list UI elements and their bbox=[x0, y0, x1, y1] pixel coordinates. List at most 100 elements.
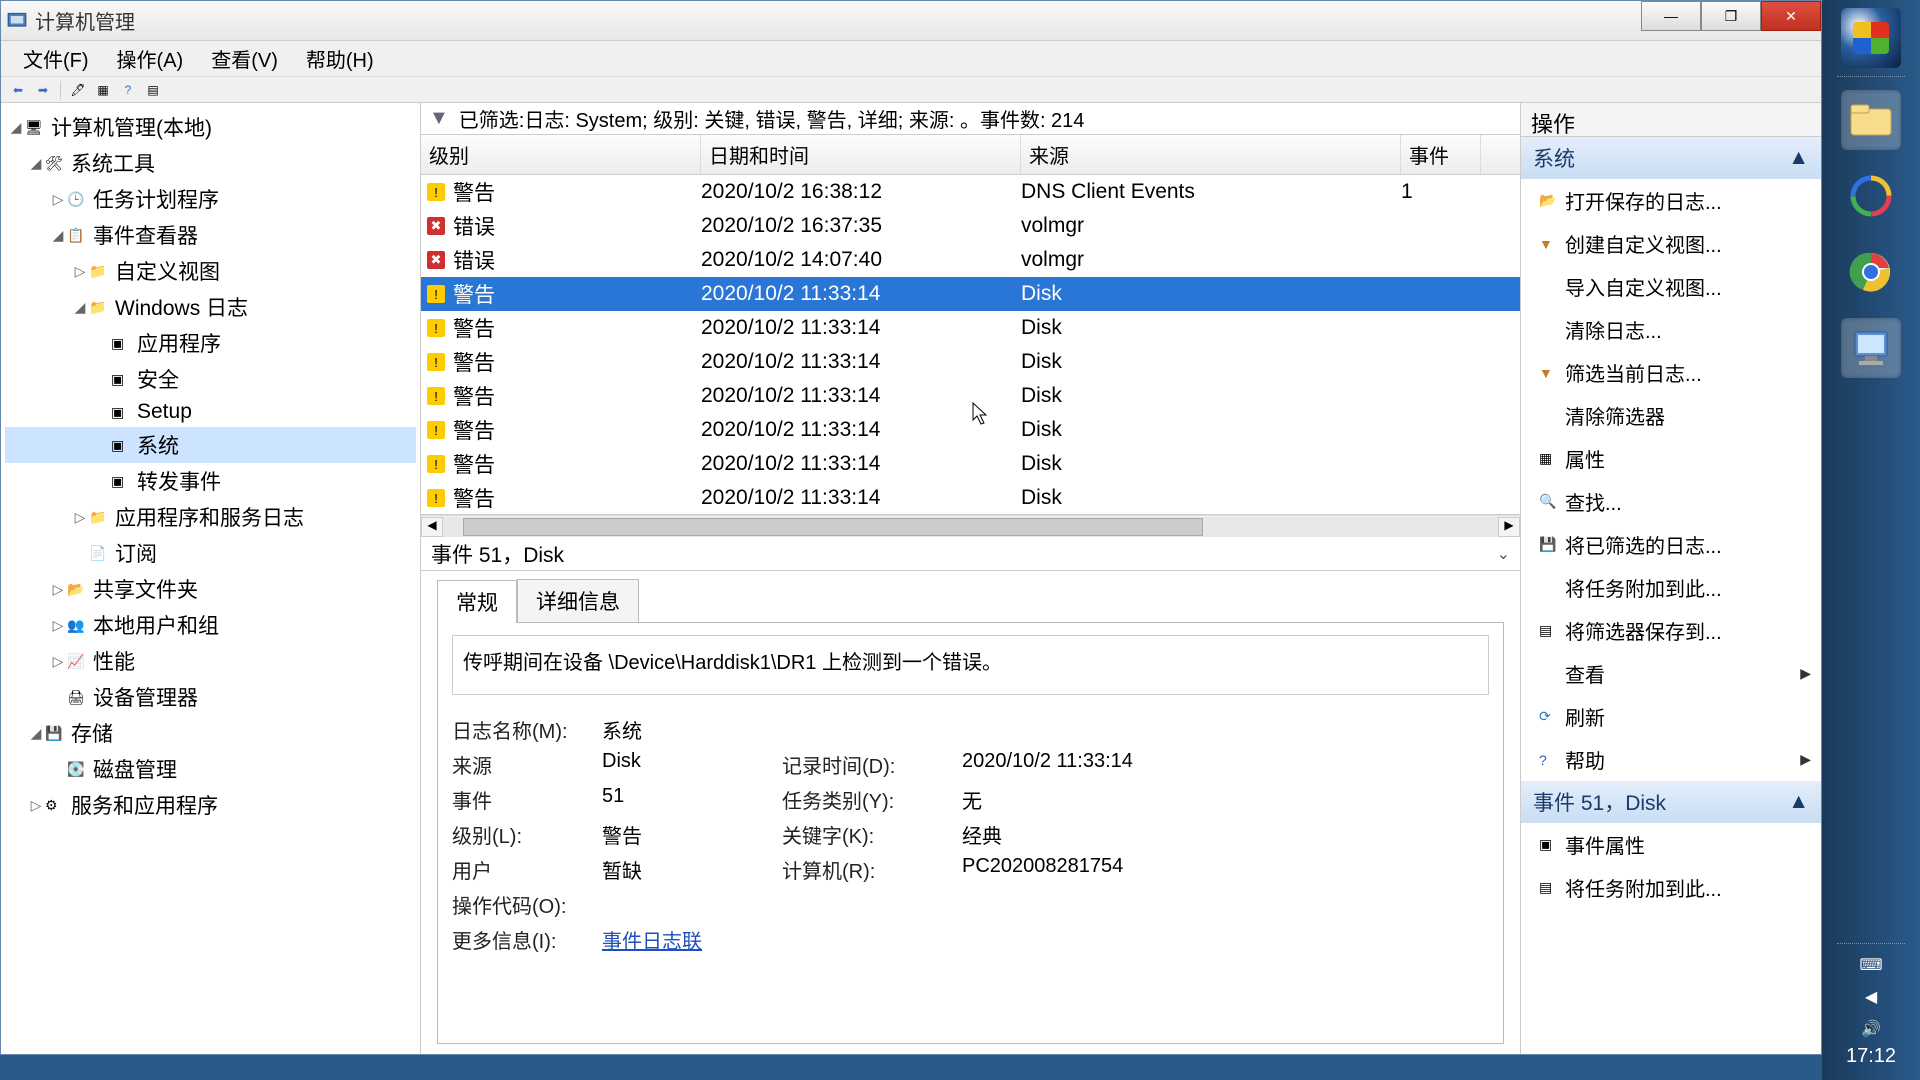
start-button[interactable] bbox=[1841, 8, 1901, 68]
event-row[interactable]: !警告2020/10/2 11:33:14Disk bbox=[421, 345, 1520, 379]
menu-help[interactable]: 帮助(H) bbox=[292, 40, 388, 77]
taskbar-browser-colorful[interactable] bbox=[1841, 166, 1901, 226]
scroll-track[interactable] bbox=[443, 517, 1498, 537]
detail-pane-header[interactable]: 事件 51，Disk ⌄ bbox=[421, 537, 1520, 571]
action-save-filtered-log[interactable]: 💾将已筛选的日志... bbox=[1521, 523, 1821, 566]
maximize-button[interactable]: ❐ bbox=[1701, 1, 1761, 31]
tree-local-users[interactable]: ▷👥本地用户和组 bbox=[5, 607, 416, 643]
tree-subscriptions[interactable]: 📄订阅 bbox=[5, 535, 416, 571]
scroll-right-button[interactable]: ▶ bbox=[1498, 517, 1520, 537]
tree-system-tools[interactable]: ◢🛠系统工具 bbox=[5, 145, 416, 181]
event-row[interactable]: !警告2020/10/2 11:33:14Disk bbox=[421, 311, 1520, 345]
close-button[interactable]: ✕ bbox=[1761, 1, 1821, 31]
scroll-left-button[interactable]: ◀ bbox=[421, 517, 443, 537]
event-row[interactable]: !警告2020/10/2 11:33:14Disk bbox=[421, 277, 1520, 311]
taskbar-clock[interactable]: 17:12 bbox=[1846, 1045, 1896, 1068]
lbl-opcode: 操作代码(O): bbox=[452, 890, 602, 919]
event-row[interactable]: !警告2020/10/2 11:33:14Disk bbox=[421, 481, 1520, 515]
tree-log-application[interactable]: ▣应用程序 bbox=[5, 325, 416, 361]
tree-log-system[interactable]: ▣系统 bbox=[5, 427, 416, 463]
action-create-custom-view[interactable]: ▼创建自定义视图... bbox=[1521, 222, 1821, 265]
action-filter-current-log[interactable]: ▼筛选当前日志... bbox=[1521, 351, 1821, 394]
collapse-icon[interactable]: ▲ bbox=[1788, 146, 1809, 170]
tree-disk-management[interactable]: 💽磁盘管理 bbox=[5, 751, 416, 787]
val-source: Disk bbox=[602, 750, 782, 779]
tree-task-scheduler[interactable]: ▷🕒任务计划程序 bbox=[5, 181, 416, 217]
tree-log-security[interactable]: ▣安全 bbox=[5, 361, 416, 397]
action-find[interactable]: 🔍查找... bbox=[1521, 480, 1821, 523]
tool-action-icon[interactable]: 🖊 bbox=[67, 80, 89, 100]
back-button[interactable]: ⬅ bbox=[7, 80, 29, 100]
services-icon: ⚙ bbox=[45, 797, 65, 814]
menu-action[interactable]: 操作(A) bbox=[103, 40, 198, 77]
event-row[interactable]: !警告2020/10/2 16:38:12DNS Client Events1 bbox=[421, 175, 1520, 209]
actions-section-system[interactable]: 系统 ▲ bbox=[1521, 137, 1821, 179]
tool-help-icon[interactable]: ? bbox=[117, 80, 139, 100]
event-row[interactable]: !警告2020/10/2 11:33:14Disk bbox=[421, 379, 1520, 413]
actions-section-event[interactable]: 事件 51，Disk ▲ bbox=[1521, 781, 1821, 823]
collapse-icon[interactable]: ▲ bbox=[1788, 790, 1809, 814]
tree-performance[interactable]: ▷📈性能 bbox=[5, 643, 416, 679]
navigation-tree[interactable]: ◢🖥计算机管理(本地) ◢🛠系统工具 ▷🕒任务计划程序 ◢📋事件查看器 ▷📁自定… bbox=[1, 103, 421, 1054]
col-date[interactable]: 日期和时间 bbox=[701, 135, 1021, 174]
tree-shared-folders[interactable]: ▷📂共享文件夹 bbox=[5, 571, 416, 607]
action-attach-task[interactable]: 将任务附加到此... bbox=[1521, 566, 1821, 609]
val-keywords: 经典 bbox=[962, 820, 1212, 849]
event-level: 警告 bbox=[453, 415, 495, 445]
val-eventid: 51 bbox=[602, 785, 782, 814]
menu-view[interactable]: 查看(V) bbox=[197, 40, 292, 77]
col-event-id[interactable]: 事件 bbox=[1401, 135, 1481, 174]
event-list[interactable]: 级别 日期和时间 来源 事件 !警告2020/10/2 16:38:12DNS … bbox=[421, 135, 1520, 515]
tree-log-setup[interactable]: ▣Setup bbox=[5, 397, 416, 427]
action-import-custom-view[interactable]: 导入自定义视图... bbox=[1521, 265, 1821, 308]
tree-app-service-logs[interactable]: ▷📁应用程序和服务日志 bbox=[5, 499, 416, 535]
menu-file[interactable]: 文件(F) bbox=[9, 40, 103, 77]
action-clear-filter[interactable]: 清除筛选器 bbox=[1521, 394, 1821, 437]
tree-log-forwarded[interactable]: ▣转发事件 bbox=[5, 463, 416, 499]
tool-properties-icon[interactable]: ▦ bbox=[92, 80, 114, 100]
tree-event-viewer[interactable]: ◢📋事件查看器 bbox=[5, 217, 416, 253]
event-row[interactable]: !警告2020/10/2 11:33:14Disk bbox=[421, 447, 1520, 481]
clock-icon: 🕒 bbox=[67, 191, 87, 208]
action-refresh[interactable]: ⟳刷新 bbox=[1521, 695, 1821, 738]
properties-icon: ▦ bbox=[1539, 450, 1565, 467]
collapse-icon[interactable]: ⌄ bbox=[1497, 544, 1510, 564]
tree-windows-logs[interactable]: ◢📁Windows 日志 bbox=[5, 289, 416, 325]
taskbar-compmgmt[interactable] bbox=[1841, 318, 1901, 378]
taskbar[interactable]: ⌨ ◀ 🔊 17:12 bbox=[1822, 0, 1920, 1080]
tray-volume-icon[interactable]: 🔊 bbox=[1859, 1019, 1883, 1039]
scroll-thumb[interactable] bbox=[463, 518, 1203, 536]
action-save-filter[interactable]: ▤将筛选器保存到... bbox=[1521, 609, 1821, 652]
minimize-button[interactable]: — bbox=[1641, 1, 1701, 31]
tray-keyboard-icon[interactable]: ⌨ bbox=[1859, 955, 1883, 975]
event-list-hscroll[interactable]: ◀ ▶ bbox=[421, 515, 1520, 537]
tab-details[interactable]: 详细信息 bbox=[517, 579, 639, 622]
computer-icon: 🖥 bbox=[25, 119, 45, 136]
tray-up-arrow-icon[interactable]: ◀ bbox=[1859, 987, 1883, 1007]
action-open-saved-log[interactable]: 📂打开保存的日志... bbox=[1521, 179, 1821, 222]
taskbar-chrome[interactable] bbox=[1841, 242, 1901, 302]
event-row[interactable]: ✖错误2020/10/2 14:07:40volmgr bbox=[421, 243, 1520, 277]
action-attach-task-event[interactable]: ▤将任务附加到此... bbox=[1521, 866, 1821, 909]
col-level[interactable]: 级别 bbox=[421, 135, 701, 174]
titlebar[interactable]: 计算机管理 — ❐ ✕ bbox=[1, 1, 1821, 41]
event-log-online-link[interactable]: 事件日志联 bbox=[602, 931, 702, 953]
tree-services-apps[interactable]: ▷⚙服务和应用程序 bbox=[5, 787, 416, 823]
action-event-properties[interactable]: ▣事件属性 bbox=[1521, 823, 1821, 866]
tree-storage[interactable]: ◢💾存储 bbox=[5, 715, 416, 751]
action-help[interactable]: ?帮助▶ bbox=[1521, 738, 1821, 781]
action-clear-log[interactable]: 清除日志... bbox=[1521, 308, 1821, 351]
tree-root[interactable]: ◢🖥计算机管理(本地) bbox=[5, 109, 416, 145]
tool-extra-icon[interactable]: ▤ bbox=[142, 80, 164, 100]
taskbar-explorer[interactable] bbox=[1841, 90, 1901, 150]
event-source: volmgr bbox=[1021, 248, 1401, 272]
event-row[interactable]: ✖错误2020/10/2 16:37:35volmgr bbox=[421, 209, 1520, 243]
tree-custom-views[interactable]: ▷📁自定义视图 bbox=[5, 253, 416, 289]
col-source[interactable]: 来源 bbox=[1021, 135, 1401, 174]
event-row[interactable]: !警告2020/10/2 11:33:14Disk bbox=[421, 413, 1520, 447]
action-view[interactable]: 查看▶ bbox=[1521, 652, 1821, 695]
action-properties[interactable]: ▦属性 bbox=[1521, 437, 1821, 480]
tab-general[interactable]: 常规 bbox=[437, 580, 517, 623]
forward-button[interactable]: ➡ bbox=[32, 80, 54, 100]
tree-device-manager[interactable]: 🖨设备管理器 bbox=[5, 679, 416, 715]
